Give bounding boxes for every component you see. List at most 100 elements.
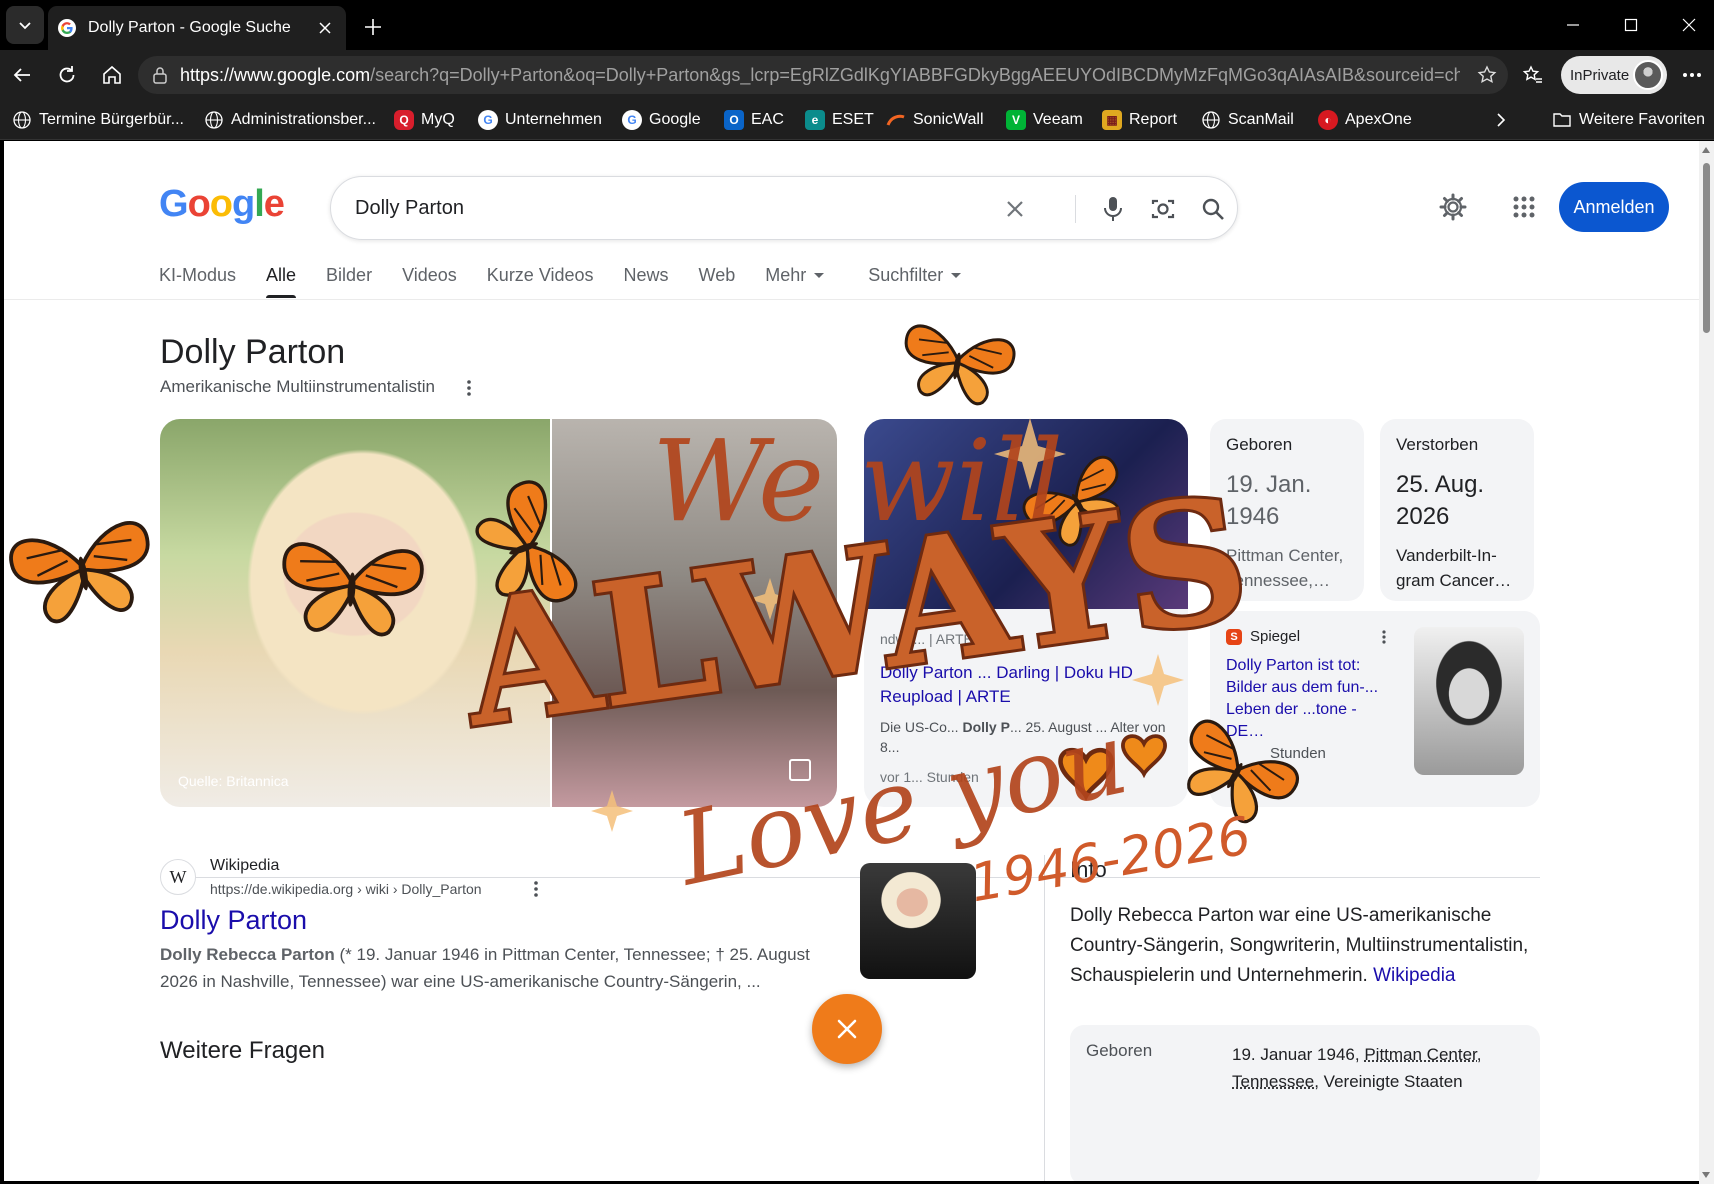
more-horizontal-icon [1683, 73, 1701, 77]
voice-search-button[interactable] [1095, 191, 1131, 227]
inprivate-profile-button[interactable]: InPrivate [1561, 56, 1667, 94]
wikipedia-link[interactable]: Wikipedia [1373, 965, 1455, 986]
close-tab-button[interactable] [314, 17, 336, 39]
bookmark-label: SonicWall [913, 111, 984, 128]
result-title-link[interactable]: Dolly Parton [160, 905, 307, 936]
apexone-icon: ◐ [1318, 110, 1338, 130]
bookmark-report[interactable]: ▦ Report [1102, 109, 1177, 131]
fact-card-born[interactable]: Geboren 19. Jan. 1946 Pittman Center, Te… [1210, 419, 1364, 601]
bookmark-label: Report [1129, 111, 1178, 128]
tab-label: News [623, 264, 669, 285]
fact-label: Geboren [1226, 435, 1293, 454]
divider [1075, 195, 1076, 223]
bookmark-sonicwall[interactable]: SonicWall [886, 109, 984, 131]
bookmark-termine[interactable]: Termine Bürgerbür... [12, 109, 184, 131]
quick-settings-button[interactable] [1431, 185, 1475, 229]
settings-menu-button[interactable] [1675, 58, 1709, 92]
bookmarks-overflow-button[interactable] [1494, 109, 1508, 131]
spiegel-icon: S [1226, 629, 1242, 645]
tab-mehr[interactable]: Mehr [765, 253, 825, 297]
bookmark-scanmail[interactable]: ScanMail [1201, 109, 1294, 131]
expand-image-icon[interactable] [789, 759, 811, 781]
other-favorites-folder[interactable]: Weitere Favoriten [1552, 109, 1705, 131]
more-questions-heading: Weitere Fragen [160, 1037, 325, 1064]
tab-videos[interactable]: Videos [402, 253, 457, 297]
bookmark-administration[interactable]: Administrationsber... [204, 109, 376, 131]
bookmark-label: Google [649, 111, 701, 128]
more-options-button[interactable] [1374, 627, 1394, 647]
search-box [330, 176, 1238, 240]
reload-button[interactable] [50, 58, 84, 92]
tab-web[interactable]: Web [699, 253, 736, 297]
bookmark-eac[interactable]: O EAC [724, 109, 784, 131]
bookmark-veeam[interactable]: V Veeam [1006, 109, 1083, 131]
address-bar[interactable]: https://www.google.com/search?q=Dolly+Pa… [138, 56, 1508, 94]
bookmark-unternehmen[interactable]: G Unternehmen [478, 109, 602, 131]
tab-news[interactable]: News [624, 253, 669, 297]
active-tab[interactable]: Dolly Parton - Google Suche [48, 6, 346, 50]
fact-detail: Pittman Center, Tennessee,… [1226, 546, 1344, 590]
news-headline: Dolly Parton ist tot: Bilder aus dem fun… [1226, 655, 1398, 743]
more-options-button[interactable] [458, 377, 480, 399]
divider [160, 877, 1540, 878]
scroll-up-arrow-icon[interactable] [1702, 147, 1710, 153]
tab-list-button[interactable] [6, 6, 44, 44]
result-snippet: Dolly Rebecca Parton (* 19. Januar 1946 … [160, 941, 840, 995]
favorite-button[interactable] [1472, 60, 1502, 90]
video-description: Die US-Co... Dolly P... 25. August ... A… [880, 717, 1170, 757]
portrait-image[interactable]: Quelle: Britannica [160, 419, 550, 807]
scrollbar-thumb[interactable] [1703, 163, 1710, 333]
result-breadcrumb: https://de.wikipedia.org › wiki › Dolly_… [210, 881, 482, 897]
search-input[interactable] [355, 191, 995, 225]
bookmark-label: Weitere Favoriten [1579, 111, 1705, 128]
more-vertical-icon [534, 881, 538, 897]
result-options-button[interactable] [526, 878, 546, 900]
eset-icon: e [805, 110, 825, 130]
bookmark-eset[interactable]: e ESET [805, 109, 874, 131]
info-facts-box: Geboren 19. Januar 1946, Pittman Center,… [1070, 1025, 1540, 1181]
maximize-icon [1624, 18, 1638, 32]
close-window-button[interactable] [1660, 0, 1714, 50]
google-logo[interactable]: Google [159, 183, 285, 226]
tab-suchfilter[interactable]: Suchfilter [868, 253, 962, 297]
search-button[interactable] [1195, 191, 1231, 227]
globe-icon [204, 110, 224, 130]
tab-alle[interactable]: Alle [266, 253, 297, 298]
tab-bilder[interactable]: Bilder [326, 253, 372, 297]
maximize-button[interactable] [1602, 0, 1660, 50]
result-thumbnail[interactable] [860, 863, 976, 979]
tab-label: Kurze Videos [486, 264, 594, 285]
lens-search-button[interactable] [1145, 191, 1181, 227]
close-overlay-button[interactable] [812, 994, 882, 1064]
tab-ki-modus[interactable]: KI-Modus [159, 253, 236, 297]
google-apps-button[interactable] [1502, 185, 1546, 229]
bookmark-google[interactable]: G Google [622, 109, 701, 131]
page-scrollbar[interactable] [1699, 141, 1714, 1184]
secondary-image[interactable] [552, 419, 837, 807]
myq-icon: Q [394, 110, 414, 130]
camera-icon [1151, 199, 1175, 219]
spiegel-news-card[interactable]: S Spiegel Dolly Parton ist tot: Bilder a… [1210, 611, 1540, 807]
video-thumbnail [864, 419, 1188, 609]
home-button[interactable] [95, 58, 129, 92]
fact-value: 19. Januar 1946, Pittman Center, Tenness… [1232, 1041, 1522, 1095]
tab-kurze-videos[interactable]: Kurze Videos [487, 253, 594, 297]
minimize-button[interactable] [1544, 0, 1602, 50]
scroll-down-arrow-icon[interactable] [1702, 1172, 1710, 1178]
outlook-icon: O [724, 110, 744, 130]
divider [4, 299, 1699, 300]
more-vertical-icon [467, 380, 471, 396]
clear-search-button[interactable] [997, 191, 1033, 227]
bookmark-myq[interactable]: Q MyQ [394, 109, 455, 131]
sonicwall-icon [886, 110, 906, 130]
bookmark-label: MyQ [421, 111, 455, 128]
arte-video-card[interactable]: ndwa... | ARTE Dolly Parton ... Darling … [864, 419, 1188, 807]
favorites-button[interactable] [1516, 58, 1550, 92]
fact-card-died[interactable]: Verstorben 25. Aug. 2026 Vanderbilt-In-g… [1380, 419, 1534, 601]
back-button[interactable] [5, 58, 39, 92]
born-country: , Vereinigte Staaten [1314, 1072, 1463, 1091]
report-icon: ▦ [1102, 110, 1122, 130]
sign-in-button[interactable]: Anmelden [1559, 182, 1669, 232]
new-tab-button[interactable] [358, 12, 388, 42]
bookmark-apexone[interactable]: ◐ ApexOne [1318, 109, 1412, 131]
